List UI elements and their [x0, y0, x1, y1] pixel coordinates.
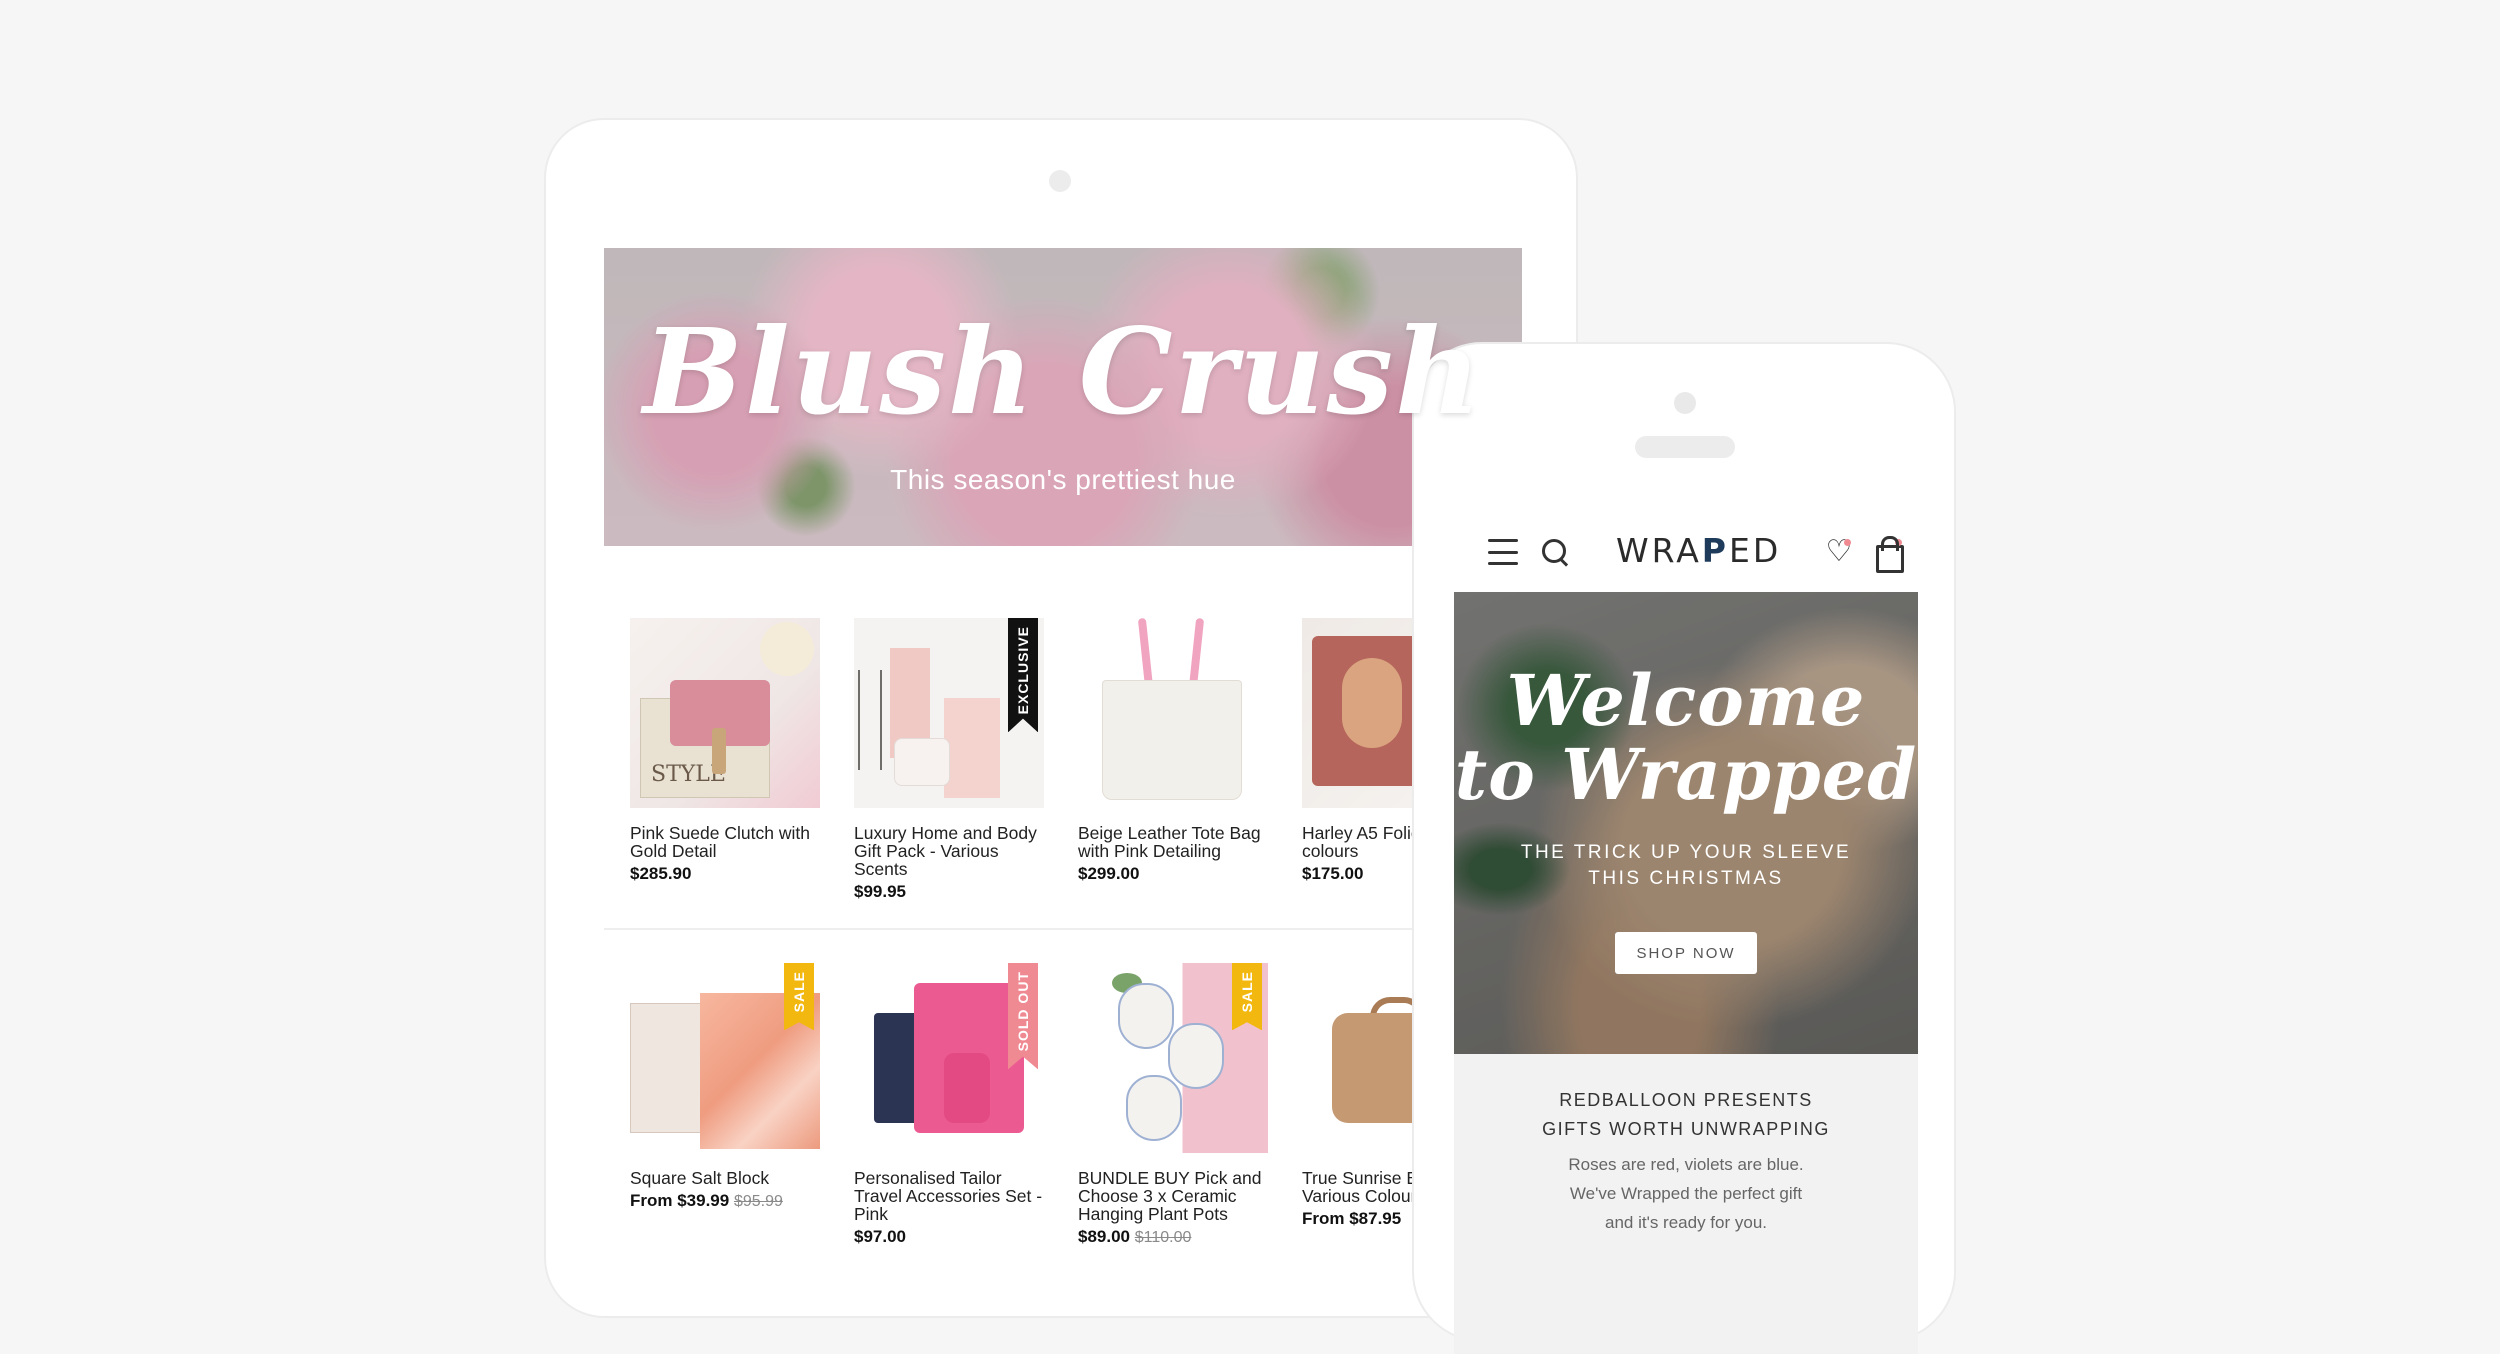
phone-speaker	[1635, 436, 1735, 458]
product-name[interactable]: Square Salt Block	[630, 1169, 820, 1187]
product-card-tailor-set[interactable]: SOLD OUT Personalised Tailor Travel Acce…	[854, 963, 1044, 1247]
blush-crush-banner[interactable]: Blush Crush This season's prettiest hue	[604, 248, 1522, 546]
hero-subtitle: THE TRICK UP YOUR SLEEVE THIS CHRISTMAS	[1520, 842, 1852, 889]
sale-badge: SALE	[1232, 963, 1262, 1031]
product-image[interactable]	[630, 618, 820, 808]
product-image[interactable]: EXCLUSIVE	[854, 618, 1044, 808]
exclusive-badge: EXCLUSIVE	[1008, 618, 1038, 733]
product-name[interactable]: Luxury Home and Body Gift Pack - Various…	[854, 824, 1044, 878]
product-image[interactable]: SOLD OUT	[854, 963, 1044, 1153]
product-name[interactable]: BUNDLE BUY Pick and Choose 3 x Ceramic H…	[1078, 1169, 1268, 1223]
product-name[interactable]: Personalised Tailor Travel Accessories S…	[854, 1169, 1044, 1223]
product-image[interactable]: SALE	[630, 963, 820, 1153]
sale-badge: SALE	[784, 963, 814, 1031]
product-price: $299.00	[1078, 864, 1140, 883]
product-card-pink-suede-clutch[interactable]: Pink Suede Clutch with Gold Detail $285.…	[630, 618, 820, 902]
product-price: $89.00 $110.00	[1078, 1227, 1192, 1246]
site-header: WRAPED ♡	[1454, 527, 1918, 577]
promo-title: REDBALLOON PRESENTS GIFTS WORTH UNWRAPPI…	[1542, 1090, 1830, 1139]
original-price: $95.99	[733, 1193, 783, 1210]
product-name[interactable]: Beige Leather Tote Bag with Pink Detaili…	[1078, 824, 1268, 860]
tablet-camera	[1049, 170, 1071, 192]
product-image[interactable]	[1078, 618, 1268, 808]
search-icon[interactable]	[1540, 537, 1570, 567]
wrapped-logo[interactable]: WRAPED	[1616, 531, 1778, 570]
product-price: $285.90	[630, 864, 692, 883]
bow-logo-mark: P	[1701, 531, 1729, 570]
menu-icon[interactable]	[1488, 539, 1518, 565]
product-image[interactable]: SALE	[1078, 963, 1268, 1153]
product-card-salt-block[interactable]: SALE Square Salt Block From $39.99 $95.9…	[630, 963, 820, 1247]
promo-section: REDBALLOON PRESENTS GIFTS WORTH UNWRAPPI…	[1454, 1054, 1918, 1354]
product-name[interactable]: Pink Suede Clutch with Gold Detail	[630, 824, 820, 860]
banner-subtitle: This season's prettiest hue	[890, 464, 1236, 495]
banner-title: Blush Crush	[643, 302, 1483, 441]
phone-camera	[1674, 392, 1696, 414]
product-card-beige-tote[interactable]: Beige Leather Tote Bag with Pink Detaili…	[1078, 618, 1268, 902]
heart-icon[interactable]: ♡	[1824, 537, 1854, 567]
product-card-luxury-gift-pack[interactable]: EXCLUSIVE Luxury Home and Body Gift Pack…	[854, 618, 1044, 902]
original-price: $110.00	[1134, 1229, 1192, 1246]
welcome-hero: Welcome to Wrapped THE TRICK UP YOUR SLE…	[1454, 592, 1918, 1054]
bag-icon[interactable]	[1874, 535, 1904, 573]
hero-title: Welcome to Wrapped	[1454, 659, 1918, 816]
shop-now-button[interactable]: SHOP NOW	[1615, 932, 1757, 974]
product-price: $97.00	[854, 1227, 906, 1246]
promo-body: Roses are red, violets are blue. We've W…	[1568, 1155, 1804, 1232]
product-price: $99.95	[854, 882, 906, 901]
sold-out-badge: SOLD OUT	[1008, 963, 1038, 1070]
product-card-plant-pots[interactable]: SALE BUNDLE BUY Pick and Choose 3 x Cera…	[1078, 963, 1268, 1247]
row-divider	[604, 928, 1522, 930]
product-price: From $39.99 $95.99	[630, 1191, 783, 1210]
